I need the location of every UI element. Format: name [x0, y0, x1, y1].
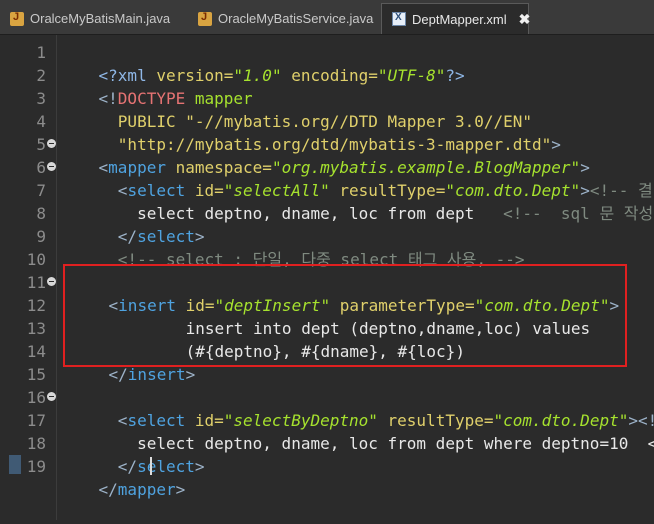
insert-block-highlight — [63, 264, 627, 367]
close-icon[interactable]: ✖ — [519, 11, 531, 28]
code-line-9: <!-- select : 단일, 다중 select 태그 사용, --> — [98, 250, 525, 269]
line-number: 13 — [26, 319, 46, 338]
code-line-1: <?xml version="1.0" encoding="UTF-8"?> — [98, 66, 465, 85]
code-line-6: <select id="selectAll" resultType="com.d… — [98, 181, 653, 200]
line-number: 11 — [26, 273, 46, 292]
line-number: 5 — [36, 135, 46, 154]
line-number: 19 — [26, 457, 46, 476]
fold-collapse-icon[interactable] — [47, 139, 56, 148]
code-line-7: select deptno, dname, loc from dept <!--… — [98, 204, 654, 223]
code-line-16: <select id="selectByDeptno" resultType="… — [98, 411, 654, 430]
current-line-marker-icon — [9, 455, 21, 474]
code-line-5: <mapper namespace="org.mybatis.example.B… — [98, 158, 590, 177]
fold-collapse-icon[interactable] — [47, 392, 56, 401]
line-number: 10 — [26, 250, 46, 269]
line-number: 17 — [26, 411, 46, 430]
line-number: 3 — [36, 89, 46, 108]
line-number: 16 — [26, 388, 46, 407]
line-number: 18 — [26, 434, 46, 453]
tab-label: OracleMyBatisService.java — [218, 11, 374, 26]
fold-collapse-icon[interactable] — [47, 162, 56, 171]
code-line-3: PUBLIC "-//mybatis.org//DTD Mapper 3.0//… — [98, 112, 533, 131]
code-editor[interactable]: 1 2 3 4 5 6 7 8 9 10 11 12 13 14 15 16 1… — [0, 35, 654, 520]
tab-oraclemybatisservice-java[interactable]: OracleMyBatisService.java — [188, 3, 378, 34]
code-line-4: "http://mybatis.org/dtd/mybatis-3-mapper… — [98, 135, 561, 154]
code-line-18: </select> — [98, 457, 205, 476]
line-number: 2 — [36, 66, 46, 85]
tab-oralcemybatismain-java[interactable]: OralceMyBatisMain.java — [0, 3, 185, 34]
tab-label: DeptMapper.xml — [412, 11, 507, 27]
java-file-icon — [198, 11, 212, 26]
tab-deptmapper-xml[interactable]: DeptMapper.xml ✖ — [381, 3, 531, 34]
tab-label: OralceMyBatisMain.java — [30, 11, 171, 26]
line-number: 9 — [36, 227, 46, 246]
line-number: 4 — [36, 112, 46, 131]
line-number: 8 — [36, 204, 46, 223]
code-line-8: </select> — [98, 227, 205, 246]
editor-tab-bar: OralceMyBatisMain.java OracleMyBatisServ… — [0, 0, 654, 35]
line-number-gutter: 1 2 3 4 5 6 7 8 9 10 11 12 13 14 15 16 1… — [0, 35, 57, 520]
code-line-2: <!DOCTYPE mapper — [98, 89, 253, 108]
xml-file-icon — [392, 12, 406, 26]
line-number: 7 — [36, 181, 46, 200]
fold-collapse-icon[interactable] — [47, 277, 56, 286]
line-number: 1 — [36, 43, 46, 62]
line-number: 14 — [26, 342, 46, 361]
line-number: 6 — [36, 158, 46, 177]
line-number: 12 — [26, 296, 46, 315]
text-cursor — [150, 457, 152, 475]
code-line-19: </mapper> — [98, 480, 186, 499]
code-line-17: select deptno, dname, loc from dept wher… — [98, 434, 654, 453]
java-file-icon — [10, 11, 24, 26]
line-number: 15 — [26, 365, 46, 384]
